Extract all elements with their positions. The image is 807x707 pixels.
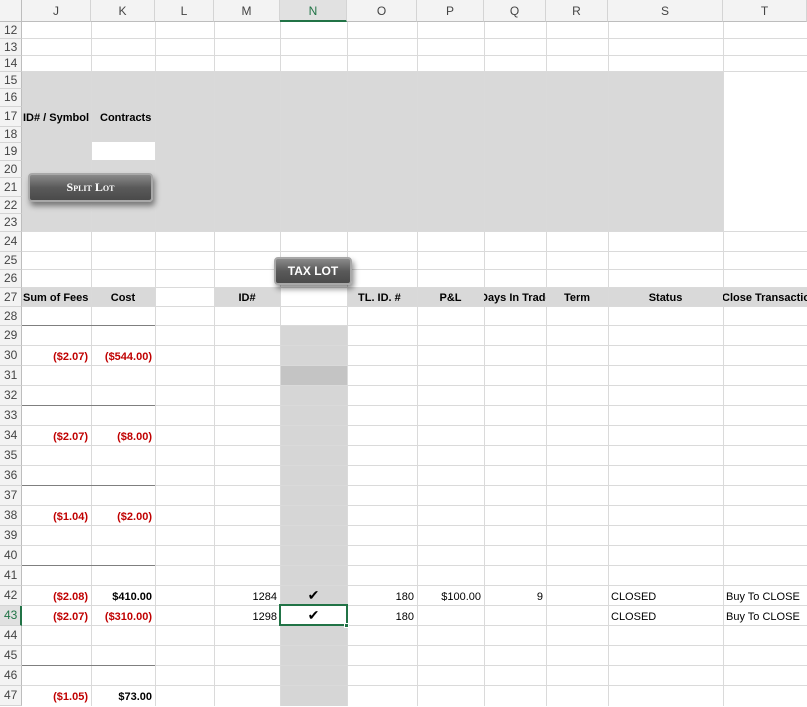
select-all-corner[interactable] (0, 0, 22, 22)
row-header-38[interactable]: 38 (0, 506, 22, 526)
row-header-47[interactable]: 47 (0, 686, 22, 706)
fee-value: ($2.07) (53, 611, 88, 623)
row-header-46[interactable]: 46 (0, 666, 22, 686)
column-header-k[interactable]: K (91, 0, 155, 22)
column-header-j[interactable]: J (22, 0, 91, 22)
checkmark-icon[interactable]: ✔ (280, 605, 347, 625)
row-header-26[interactable]: 26 (0, 270, 22, 288)
header-cost: Cost (110, 292, 136, 304)
cost-value: $410.00 (112, 591, 152, 603)
row-header-37[interactable]: 37 (0, 486, 22, 506)
row-header-20[interactable]: 20 (0, 161, 22, 178)
cost-value: ($544.00) (104, 351, 152, 363)
column-header-q[interactable]: Q (484, 0, 546, 22)
header-term: Term (563, 292, 591, 304)
column-header-t[interactable]: T (723, 0, 807, 22)
row-header-35[interactable]: 35 (0, 446, 22, 466)
header-tl-id: TL. ID. # (358, 292, 401, 304)
row-header-45[interactable]: 45 (0, 646, 22, 666)
header-gap-n (280, 288, 347, 306)
trade-status: CLOSED (611, 611, 657, 623)
header-id: ID# (238, 292, 256, 304)
row-header-16[interactable]: 16 (0, 89, 22, 107)
fee-value: ($1.04) (53, 511, 88, 523)
row-header-18[interactable]: 18 (0, 127, 22, 143)
contracts-label: Contracts (100, 112, 152, 124)
row-header-36[interactable]: 36 (0, 466, 22, 486)
split-lot-button[interactable]: Split Lot (28, 173, 153, 202)
row-header-43[interactable]: 43 (0, 606, 22, 626)
trade-days: 9 (536, 591, 543, 603)
row-header-17[interactable]: 17 (0, 107, 22, 127)
trade-status: CLOSED (611, 591, 657, 603)
trade-pl: $100.00 (441, 591, 481, 603)
row-header-27[interactable]: 27 (0, 288, 22, 307)
row-header-34[interactable]: 34 (0, 426, 22, 446)
row-header-33[interactable]: 33 (0, 406, 22, 426)
trade-tl-id: 180 (395, 611, 414, 623)
trade-close-transaction: Buy To CLOSE (726, 591, 800, 603)
trade-close-transaction: Buy To CLOSE (726, 611, 800, 623)
trade-id: 1284 (252, 591, 277, 603)
contracts-input[interactable] (91, 142, 155, 160)
header-sum-of-fees: Sum of Fees (23, 292, 89, 304)
row-header-24[interactable]: 24 (0, 232, 22, 252)
fee-value: ($2.07) (53, 431, 88, 443)
column-header-m[interactable]: M (214, 0, 280, 22)
row-header-28[interactable]: 28 (0, 307, 22, 326)
trade-id: 1298 (252, 611, 277, 623)
row-header-19[interactable]: 19 (0, 143, 22, 161)
cost-value: ($2.00) (117, 511, 152, 523)
cost-value: ($310.00) (104, 611, 152, 623)
column-header-r[interactable]: R (546, 0, 608, 22)
row-header-31[interactable]: 31 (0, 366, 22, 386)
column-n-band-dark (280, 365, 347, 385)
row-header-39[interactable]: 39 (0, 526, 22, 546)
header-pl: P&L (439, 292, 462, 304)
checkmark-icon[interactable]: ✔ (280, 585, 347, 605)
row-header-21[interactable]: 21 (0, 178, 22, 197)
row-header-32[interactable]: 32 (0, 386, 22, 406)
row-header-14[interactable]: 14 (0, 56, 22, 72)
row-header-23[interactable]: 23 (0, 214, 22, 232)
tax-lot-button[interactable]: TAX LOT (274, 257, 352, 285)
fee-value: ($2.08) (53, 591, 88, 603)
trade-tl-id: 180 (395, 591, 414, 603)
row-header-25[interactable]: 25 (0, 252, 22, 270)
header-status: Status (648, 292, 683, 304)
fee-value: ($1.05) (53, 691, 88, 703)
row-header-44[interactable]: 44 (0, 626, 22, 646)
id-symbol-label: ID# / Symbol (23, 112, 90, 124)
row-header-30[interactable]: 30 (0, 346, 22, 366)
header-close-transaction: Close Transaction (723, 292, 807, 304)
cost-value: ($8.00) (117, 431, 152, 443)
column-header-l[interactable]: L (155, 0, 214, 22)
row-header-13[interactable]: 13 (0, 39, 22, 56)
row-header-22[interactable]: 22 (0, 197, 22, 214)
column-header-s[interactable]: S (608, 0, 723, 22)
row-header-42[interactable]: 42 (0, 586, 22, 606)
column-header-p[interactable]: P (417, 0, 484, 22)
header-days-in-trade: Days In Trade (484, 292, 546, 304)
cost-value: $73.00 (118, 691, 152, 703)
fee-value: ($2.07) (53, 351, 88, 363)
row-header-29[interactable]: 29 (0, 326, 22, 346)
column-header-o[interactable]: O (347, 0, 417, 22)
row-header-15[interactable]: 15 (0, 72, 22, 89)
row-header-40[interactable]: 40 (0, 546, 22, 566)
row-header-12[interactable]: 12 (0, 22, 22, 39)
column-header-n[interactable]: N (280, 0, 347, 22)
row-header-41[interactable]: 41 (0, 566, 22, 586)
header-gap-l (155, 288, 214, 306)
